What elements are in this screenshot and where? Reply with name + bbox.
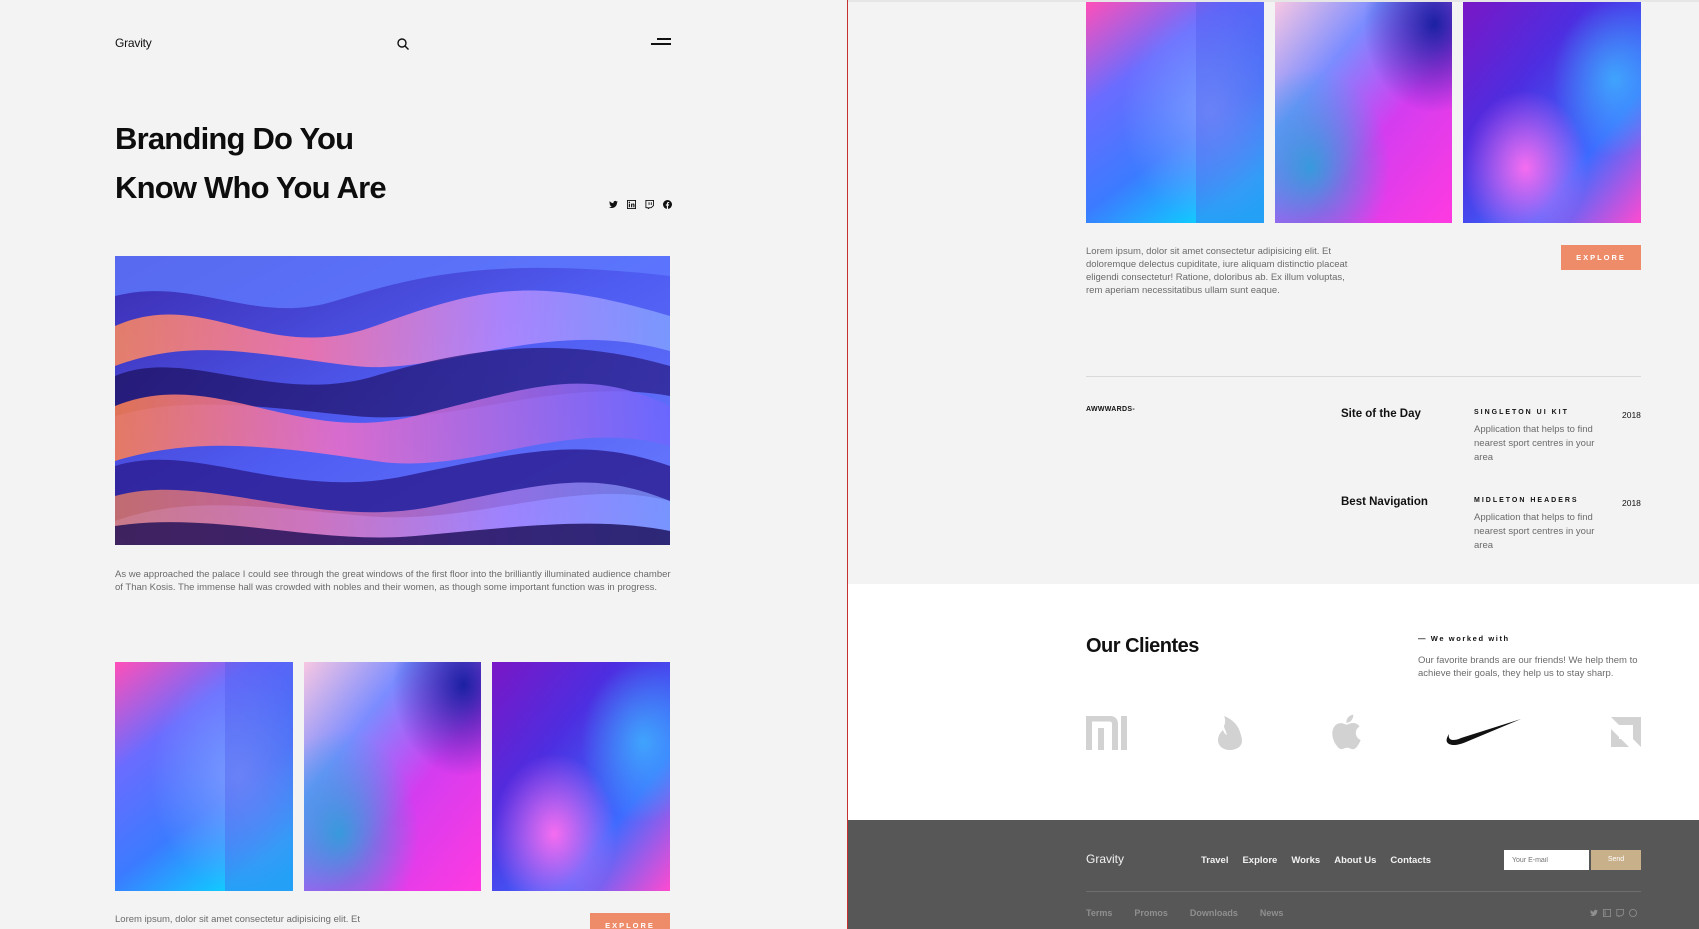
section-divider <box>1086 376 1641 377</box>
linkedin-icon[interactable] <box>627 200 636 209</box>
twitter-icon[interactable] <box>1590 909 1598 917</box>
lorem-text-partial: Lorem ipsum, dolor sit amet consectetur … <box>115 914 360 925</box>
footer-nav-about-us[interactable]: About Us <box>1334 855 1376 866</box>
site-logo[interactable]: Gravity <box>115 36 152 50</box>
awwwards-logo: AWWWARDS- <box>1086 406 1135 413</box>
gradient-tile-2 <box>1275 2 1452 223</box>
explore-button[interactable]: EXPLORE <box>590 913 670 929</box>
hero-title: Branding Do You Know Who You Are <box>115 114 555 212</box>
footer-logo[interactable]: Gravity <box>1086 852 1124 866</box>
search-icon[interactable] <box>396 37 410 51</box>
footer-nav: Travel Explore Works About Us Contacts <box>1201 855 1431 866</box>
award-title: Best Navigation <box>1341 496 1428 508</box>
footer-nav-explore[interactable]: Explore <box>1242 855 1277 866</box>
footer-link-terms[interactable]: Terms <box>1086 908 1112 918</box>
gradient-tile-2 <box>304 662 481 891</box>
nike-logo <box>1446 719 1521 745</box>
footer: Gravity Travel Explore Works About Us Co… <box>848 820 1699 929</box>
footer-link-downloads[interactable]: Downloads <box>1190 908 1238 918</box>
award-project: MIDLETON HEADERS <box>1474 497 1579 504</box>
worked-with-label: — We worked with <box>1418 634 1510 643</box>
footer-nav-travel[interactable]: Travel <box>1201 855 1228 866</box>
twitch-icon[interactable] <box>1616 909 1624 917</box>
award-description: Application that helps to find nearest s… <box>1474 512 1595 551</box>
hero-caption: As we approached the palace I could see … <box>115 569 671 593</box>
footer-link-promos[interactable]: Promos <box>1134 908 1168 918</box>
footer-divider <box>1086 891 1641 892</box>
clients-title: Our Clientes <box>1086 635 1199 657</box>
gradient-tile-3 <box>1463 2 1641 223</box>
award-title: Site of the Day <box>1341 408 1421 420</box>
social-links <box>609 200 672 209</box>
amd-logo <box>1611 717 1641 747</box>
footer-nav-contacts[interactable]: Contacts <box>1390 855 1431 866</box>
tinder-logo <box>1218 716 1242 750</box>
hero-waves-image <box>115 256 670 545</box>
apple-logo <box>1332 714 1361 750</box>
facebook-icon[interactable] <box>1629 909 1637 917</box>
gradient-tile-1 <box>1086 2 1264 223</box>
send-button[interactable]: Send <box>1591 850 1641 870</box>
left-panel: Gravity Branding Do You Know Who You Are <box>0 0 847 929</box>
footer-link-news[interactable]: News <box>1260 908 1284 918</box>
lorem-text: Lorem ipsum, dolor sit amet consectetur … <box>1086 246 1348 296</box>
gradient-tile-1 <box>115 662 293 891</box>
hero-title-line-2: Know Who You Are <box>115 170 387 205</box>
award-year: 2018 <box>1622 498 1641 508</box>
linkedin-icon[interactable] <box>1603 909 1611 917</box>
menu-icon[interactable] <box>651 37 671 47</box>
page: Gravity Branding Do You Know Who You Are <box>0 0 1699 929</box>
facebook-icon[interactable] <box>663 200 672 209</box>
hero-title-line-1: Branding Do You <box>115 121 354 156</box>
footer-nav-works[interactable]: Works <box>1291 855 1320 866</box>
right-panel: Lorem ipsum, dolor sit amet consectetur … <box>848 0 1699 929</box>
twitter-icon[interactable] <box>609 200 618 209</box>
award-project: SINGLETON UI KIT <box>1474 409 1569 416</box>
footer-links: Terms Promos Downloads News <box>1086 908 1283 918</box>
award-description: Application that helps to find nearest s… <box>1474 424 1595 463</box>
award-year: 2018 <box>1622 410 1641 420</box>
clients-section: Our Clientes — We worked with Our favori… <box>848 584 1699 820</box>
explore-button[interactable]: EXPLORE <box>1561 245 1641 270</box>
gradient-tile-3 <box>492 662 670 891</box>
clients-description: Our favorite brands are our friends! We … <box>1418 655 1638 679</box>
email-input[interactable] <box>1504 850 1589 870</box>
footer-social-links <box>1590 909 1637 917</box>
twitch-icon[interactable] <box>645 200 654 209</box>
xiaomi-logo <box>1086 716 1127 750</box>
